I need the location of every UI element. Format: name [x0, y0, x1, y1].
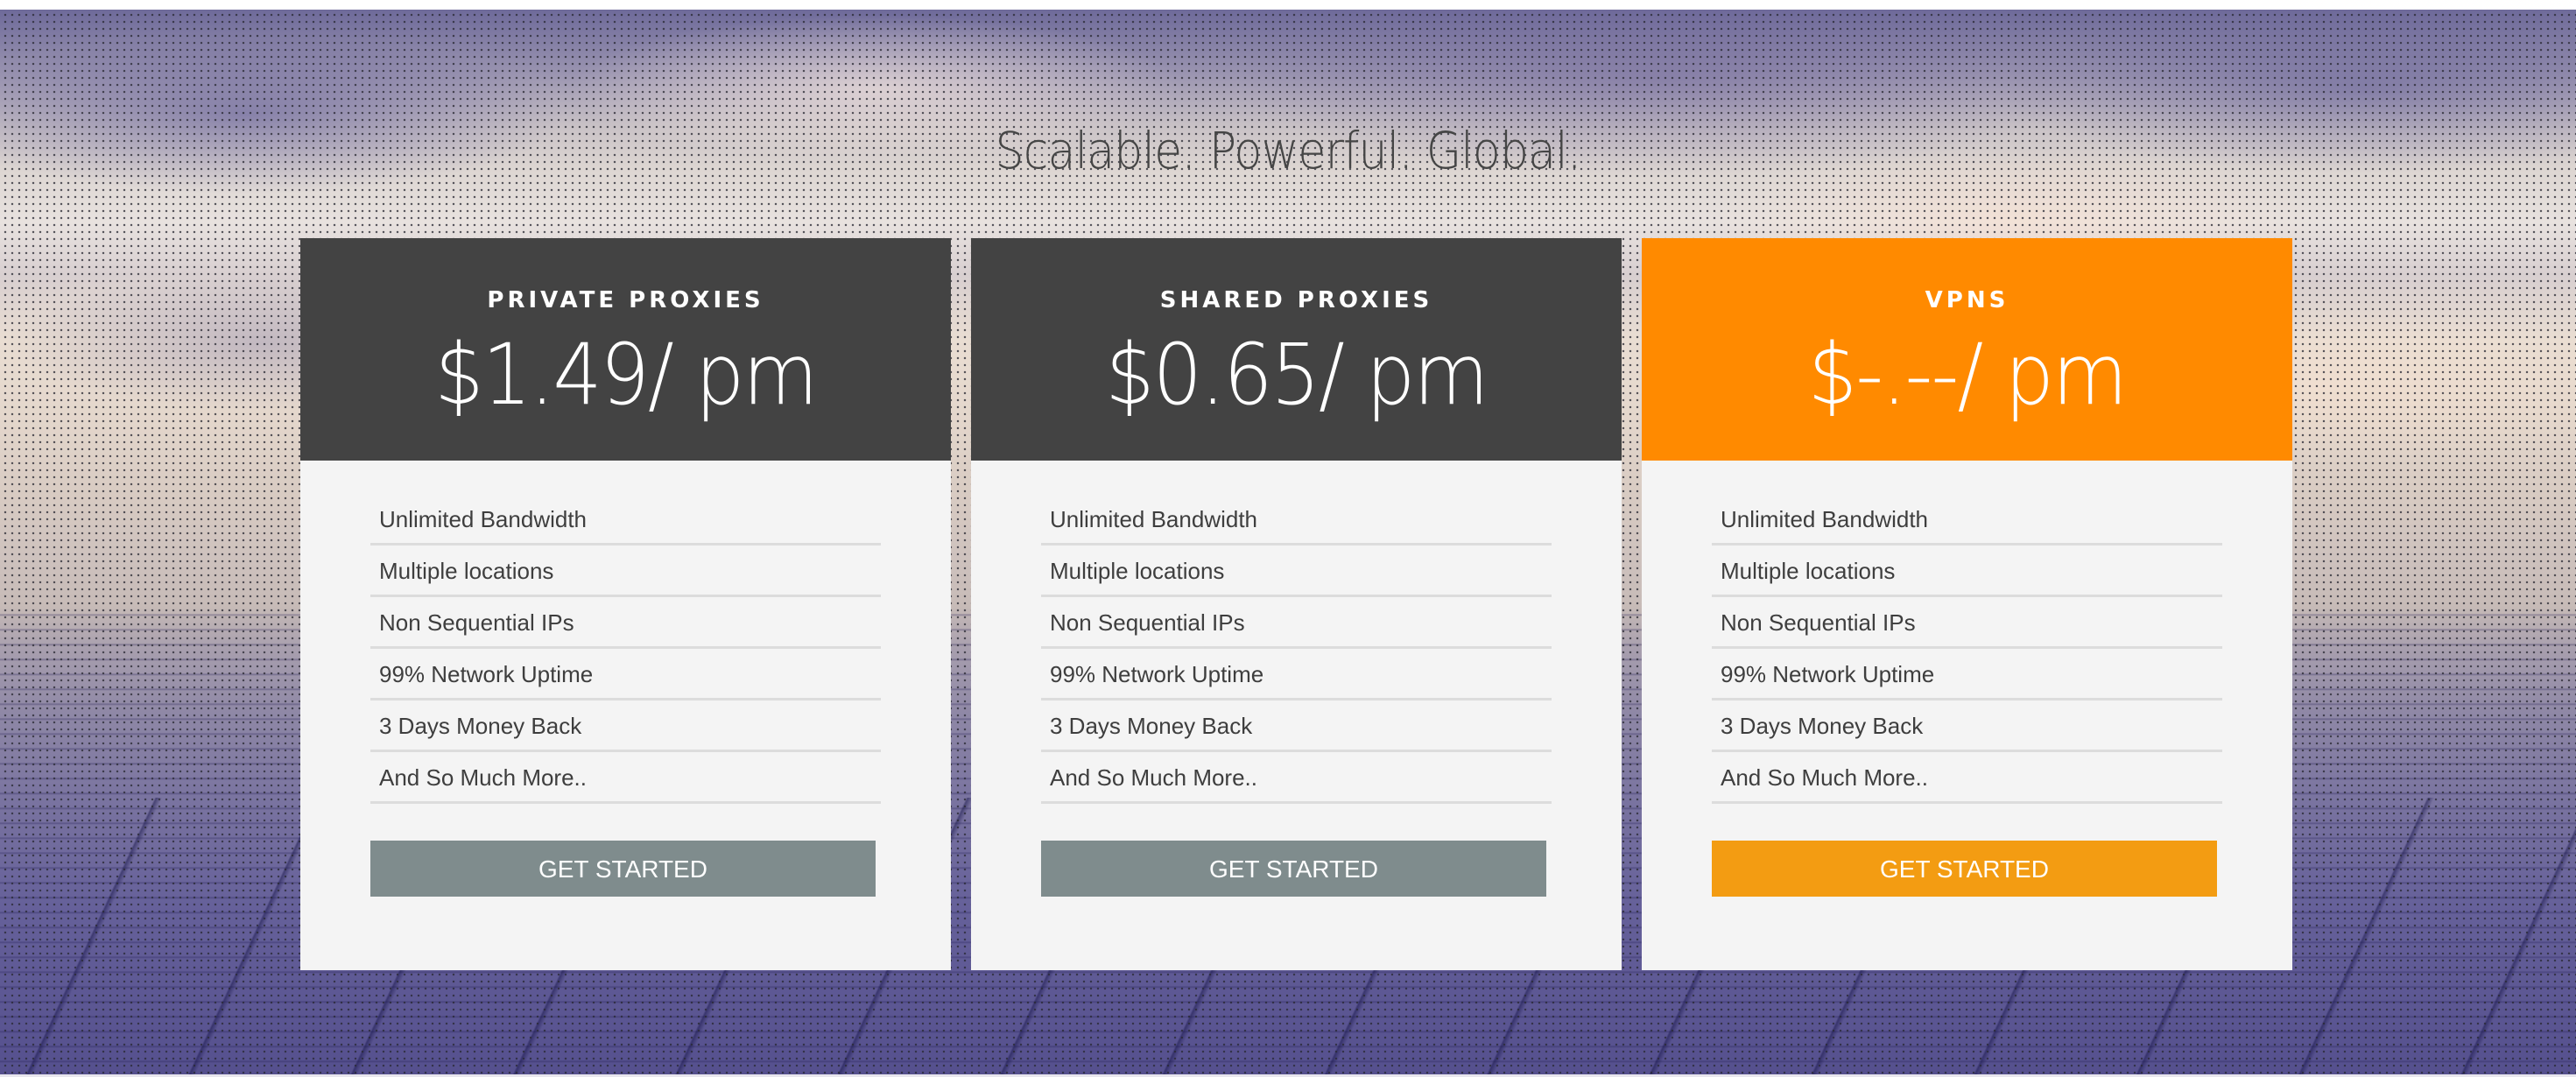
feature-item: And So Much More..	[1041, 752, 1552, 804]
feature-item: Multiple locations	[1712, 546, 2222, 597]
section-headline: Scalable. Powerful. Global.	[995, 121, 1581, 180]
plan-name: VPNS	[1925, 287, 2009, 313]
pricing-card-header: PRIVATE PROXIES $1.49/ pm	[300, 238, 951, 461]
feature-item: Unlimited Bandwidth	[1041, 494, 1552, 546]
pricing-card-vpns: VPNS $-.--/ pm Unlimited Bandwidth Multi…	[1642, 238, 2292, 970]
pricing-card-header: SHARED PROXIES $0.65/ pm	[971, 238, 1622, 461]
feature-list: Unlimited Bandwidth Multiple locations N…	[1041, 494, 1552, 804]
plan-name: SHARED PROXIES	[1159, 287, 1433, 313]
feature-item: Unlimited Bandwidth	[370, 494, 881, 546]
pricing-card-header: VPNS $-.--/ pm	[1642, 238, 2292, 461]
feature-item: Multiple locations	[370, 546, 881, 597]
feature-item: Multiple locations	[1041, 546, 1552, 597]
plan-price: $1.49/ pm	[434, 326, 818, 424]
feature-item: And So Much More..	[1712, 752, 2222, 804]
feature-item: Non Sequential IPs	[1041, 597, 1552, 649]
plan-price: $-.--/ pm	[1807, 326, 2128, 424]
feature-item: 99% Network Uptime	[370, 649, 881, 700]
plan-price: $0.65/ pm	[1105, 326, 1489, 424]
plan-name: PRIVATE PROXIES	[487, 287, 764, 313]
pricing-card-private-proxies: PRIVATE PROXIES $1.49/ pm Unlimited Band…	[300, 238, 951, 970]
feature-item: 99% Network Uptime	[1041, 649, 1552, 700]
feature-item: And So Much More..	[370, 752, 881, 804]
feature-item: Non Sequential IPs	[370, 597, 881, 649]
feature-item: Non Sequential IPs	[1712, 597, 2222, 649]
get-started-button[interactable]: GET STARTED	[1712, 841, 2217, 897]
pricing-card-shared-proxies: SHARED PROXIES $0.65/ pm Unlimited Bandw…	[971, 238, 1622, 970]
feature-item: Unlimited Bandwidth	[1712, 494, 2222, 546]
feature-item: 99% Network Uptime	[1712, 649, 2222, 700]
feature-list: Unlimited Bandwidth Multiple locations N…	[370, 494, 881, 804]
feature-item: 3 Days Money Back	[370, 700, 881, 752]
feature-item: 3 Days Money Back	[1041, 700, 1552, 752]
get-started-button[interactable]: GET STARTED	[370, 841, 876, 897]
feature-list: Unlimited Bandwidth Multiple locations N…	[1712, 494, 2222, 804]
get-started-button[interactable]: GET STARTED	[1041, 841, 1546, 897]
feature-item: 3 Days Money Back	[1712, 700, 2222, 752]
